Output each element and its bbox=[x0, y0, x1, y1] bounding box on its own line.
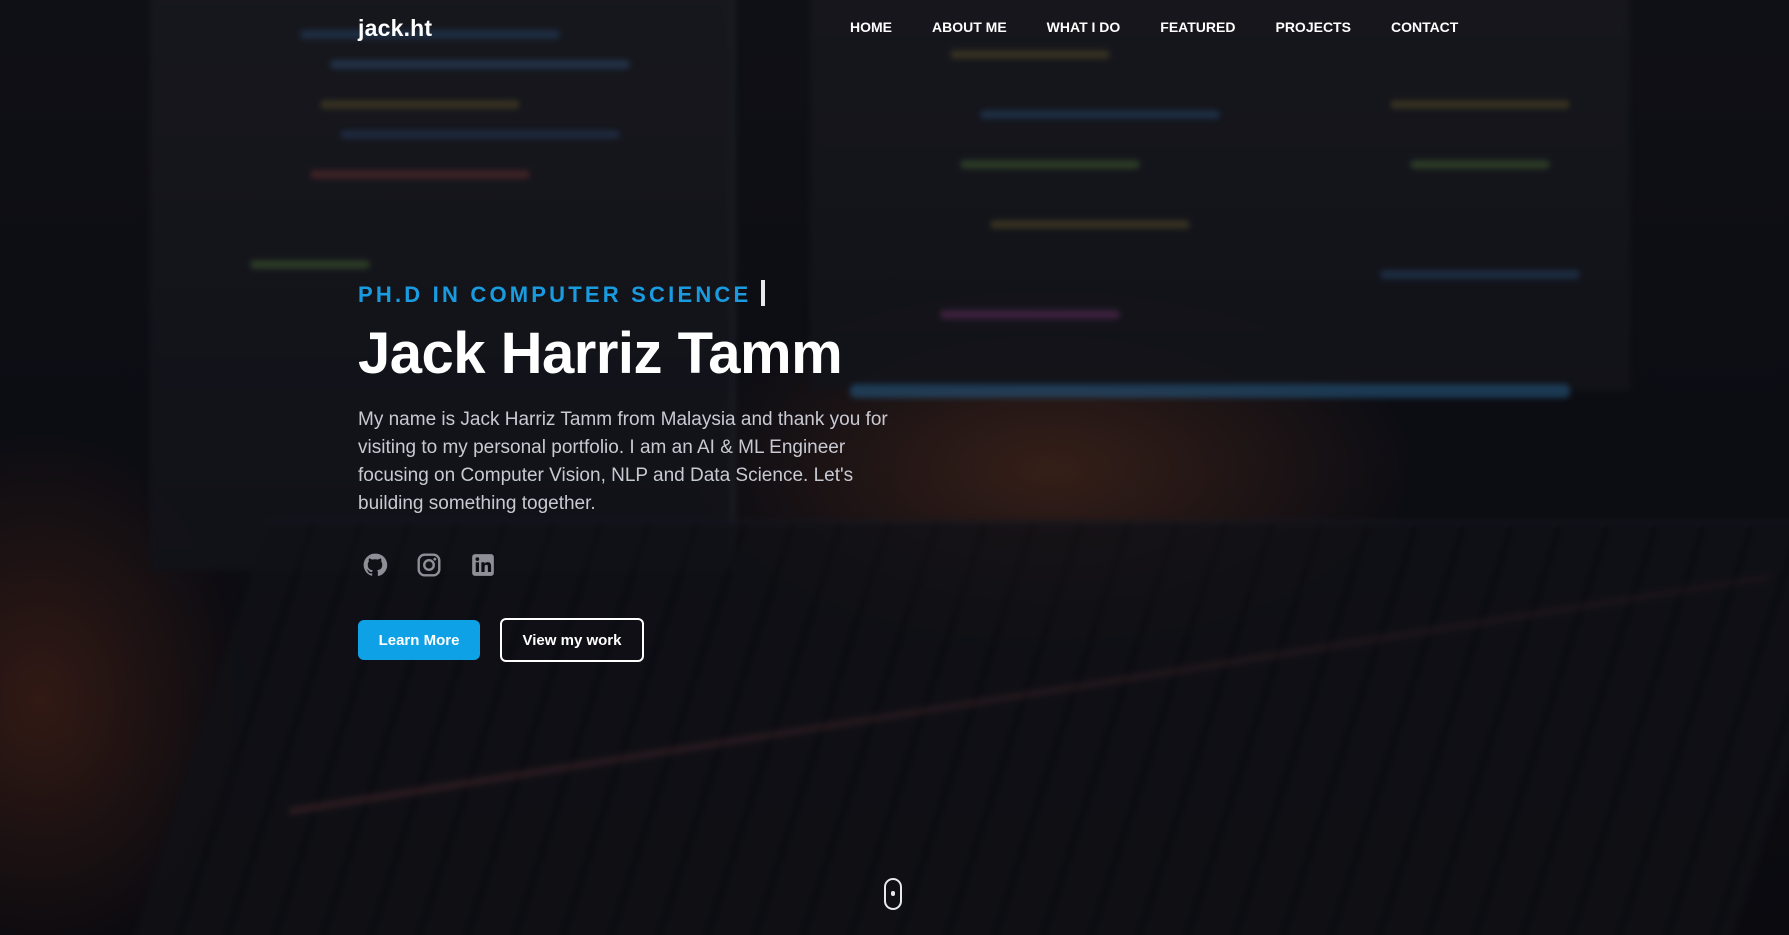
scroll-wheel-dot bbox=[891, 891, 895, 896]
hero-buttons: Learn More View my work bbox=[358, 618, 644, 662]
top-navbar: jack.ht HOME ABOUT ME WHAT I DO FEATURED… bbox=[0, 0, 1789, 56]
social-links bbox=[362, 552, 496, 578]
linkedin-icon[interactable] bbox=[470, 552, 496, 578]
hero-name: Jack Harriz Tamm bbox=[358, 321, 843, 386]
typing-cursor bbox=[761, 280, 766, 306]
nav-link-about-me[interactable]: ABOUT ME bbox=[932, 19, 1007, 35]
nav-link-projects[interactable]: PROJECTS bbox=[1275, 19, 1350, 35]
nav-link-featured[interactable]: FEATURED bbox=[1160, 19, 1235, 35]
view-my-work-button[interactable]: View my work bbox=[500, 618, 644, 662]
site-logo[interactable]: jack.ht bbox=[358, 15, 432, 42]
hero-description: My name is Jack Harriz Tamm from Malaysi… bbox=[358, 409, 888, 514]
scroll-down-mouse-icon[interactable] bbox=[884, 878, 902, 910]
nav-links: HOME ABOUT ME WHAT I DO FEATURED PROJECT… bbox=[850, 19, 1498, 35]
hero-subtitle-text: PH.D IN COMPUTER SCIENCE bbox=[358, 282, 752, 307]
instagram-icon[interactable] bbox=[416, 552, 442, 578]
hero-section: jack.ht HOME ABOUT ME WHAT I DO FEATURED… bbox=[0, 0, 1789, 935]
hero-subtitle: PH.D IN COMPUTER SCIENCE bbox=[358, 280, 766, 308]
nav-link-contact[interactable]: CONTACT bbox=[1391, 19, 1458, 35]
nav-link-home[interactable]: HOME bbox=[850, 19, 892, 35]
github-icon[interactable] bbox=[362, 552, 388, 578]
nav-link-what-i-do[interactable]: WHAT I DO bbox=[1047, 19, 1121, 35]
learn-more-button[interactable]: Learn More bbox=[358, 620, 480, 660]
